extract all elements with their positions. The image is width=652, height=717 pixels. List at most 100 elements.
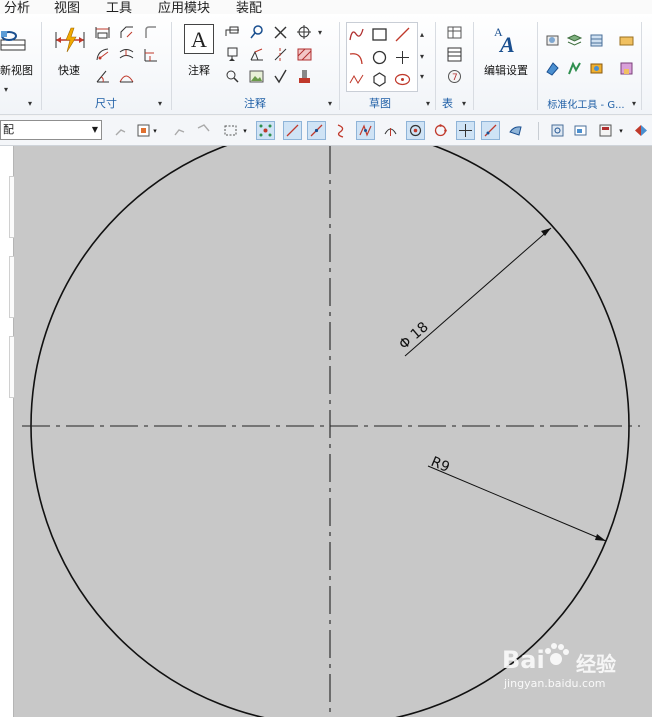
circle-icon[interactable]	[371, 49, 388, 66]
chevron-down-icon[interactable]: ▾	[617, 121, 625, 140]
group-expand-icon[interactable]: ▾	[632, 99, 636, 108]
endpoint-snap-icon[interactable]	[283, 121, 302, 140]
radial-dimension-icon[interactable]	[94, 46, 111, 63]
studio-spline-icon[interactable]	[348, 71, 365, 88]
close-icon[interactable]	[272, 24, 289, 41]
watermark-brand: Bai	[502, 646, 545, 674]
new-view-icon[interactable]	[0, 28, 26, 52]
radius-dimension-text: R9	[428, 454, 451, 476]
database-icon[interactable]	[588, 32, 605, 49]
dimension-group-title: 尺寸	[95, 97, 117, 110]
group-expand-icon[interactable]: ▾	[158, 99, 162, 108]
radius-dimension[interactable]: R9	[427, 454, 607, 542]
polygon-icon[interactable]	[371, 71, 388, 88]
toolbar-divider	[538, 122, 539, 140]
select-filter-icon[interactable]	[112, 121, 131, 140]
midpoint-snap-icon[interactable]	[307, 121, 326, 140]
edit-settings-icon[interactable]: AA	[492, 24, 520, 54]
render-style-icon[interactable]	[631, 121, 650, 140]
check-icon[interactable]	[272, 68, 289, 85]
hatch-icon[interactable]	[296, 46, 313, 63]
parts-list-icon[interactable]	[446, 46, 463, 63]
linear-dimension-icon[interactable]	[94, 24, 111, 41]
spline-icon[interactable]	[348, 26, 365, 43]
fastener-icon[interactable]	[544, 60, 561, 77]
group-expand-icon[interactable]: ▾	[462, 99, 466, 108]
feature-control-frame-icon[interactable]	[224, 24, 241, 41]
chamfer-dimension-icon[interactable]	[118, 24, 135, 41]
area-fill-icon[interactable]	[296, 68, 313, 85]
library-icon[interactable]	[618, 60, 635, 77]
annotation-group-title: 注释	[244, 97, 266, 110]
annotation-icon[interactable]: A	[184, 24, 214, 54]
center-mark-icon[interactable]	[296, 24, 313, 41]
standard-part-icon[interactable]	[544, 32, 561, 49]
quadrant-snap-icon[interactable]	[431, 121, 450, 140]
existing-point-snap-icon[interactable]	[456, 121, 475, 140]
dimension-group: 快速 尺寸 ▾	[42, 14, 170, 114]
thickness-dimension-icon[interactable]	[118, 46, 135, 63]
edit-settings-label: 编辑设置	[484, 64, 528, 77]
svg-text:A: A	[498, 32, 515, 54]
diameter-dimension[interactable]: Φ 18	[396, 227, 552, 357]
line-icon[interactable]	[394, 26, 411, 43]
angular-dimension-icon[interactable]	[94, 68, 111, 85]
resource-bar	[0, 146, 15, 717]
point-icon[interactable]	[394, 49, 411, 66]
ribbon: 新视图 ▾ ▾ 快速 尺寸 ▾ A 注释 ▾ 注释 ▾ ▴ ▾ ▾ 草图 ▾ 7…	[0, 14, 652, 115]
ellipse-icon[interactable]	[394, 71, 411, 88]
view-group: 新视图 ▾ ▾	[0, 14, 40, 114]
control-point-snap-icon[interactable]	[332, 121, 351, 140]
view-fit-icon[interactable]	[548, 121, 567, 140]
intersection-snap-icon[interactable]	[356, 121, 375, 140]
rapid-dimension-label: 快速	[58, 64, 80, 77]
perimeter-dimension-icon[interactable]	[142, 24, 159, 41]
group-expand-icon[interactable]: ▾	[328, 99, 332, 108]
balloon-icon[interactable]: 7	[446, 68, 463, 85]
select-icon[interactable]	[170, 121, 189, 140]
chevron-down-icon[interactable]: ▾	[4, 85, 8, 94]
edit-settings-group: AA 编辑设置	[474, 14, 536, 114]
surface-finish-icon[interactable]	[248, 46, 265, 63]
search-icon[interactable]	[248, 24, 265, 41]
gallery-expand-icon[interactable]: ▾	[420, 72, 424, 108]
table-note-icon[interactable]	[446, 24, 463, 41]
table-group: 7 表 ▾	[436, 14, 472, 114]
chevron-down-icon: ▼	[91, 125, 98, 134]
gear-icon[interactable]	[588, 60, 605, 77]
menu-bar: 分析 视图 工具 应用模块 装配	[0, 0, 652, 16]
centerline-icon[interactable]	[272, 46, 289, 63]
selection-bar: 配 ▼ ▾ ▾ ▾	[0, 116, 652, 146]
snap-point-toggle-icon[interactable]	[256, 121, 275, 140]
svg-text:7: 7	[452, 73, 458, 83]
datum-feature-icon[interactable]	[224, 46, 241, 63]
rapid-dimension-icon[interactable]	[54, 26, 86, 54]
arc-icon[interactable]	[348, 49, 365, 66]
select-chain-icon[interactable]	[194, 121, 213, 140]
rectangle-select-icon[interactable]	[221, 121, 240, 140]
annotation-group: A 注释 ▾ 注释 ▾	[172, 14, 338, 114]
display-mode-icon[interactable]	[596, 121, 615, 140]
group-expand-icon[interactable]: ▾	[426, 99, 430, 108]
point-on-surface-snap-icon[interactable]	[506, 121, 525, 140]
view-window-icon[interactable]	[571, 121, 590, 140]
sketch-group: ▴ ▾ ▾ 草图 ▾	[340, 14, 434, 114]
rectangle-icon[interactable]	[371, 26, 388, 43]
chevron-down-icon[interactable]: ▾	[241, 121, 249, 140]
layers-icon[interactable]	[566, 32, 583, 49]
image-icon[interactable]	[248, 68, 265, 85]
table-group-title: 表	[442, 97, 453, 110]
type-filter-value: 配	[3, 123, 14, 136]
ordinate-dimension-icon[interactable]	[142, 46, 159, 63]
group-expand-icon[interactable]: ▾	[28, 99, 32, 108]
toolbox-icon[interactable]	[618, 32, 635, 49]
point-on-curve-snap-icon[interactable]	[481, 121, 500, 140]
arc-center-snap-icon[interactable]	[381, 121, 400, 140]
type-filter-select[interactable]: 配 ▼	[0, 120, 102, 140]
chevron-down-icon[interactable]: ▾	[151, 121, 159, 140]
spring-icon[interactable]	[566, 60, 583, 77]
zoom-icon[interactable]	[224, 68, 241, 85]
drawing-canvas[interactable]: Φ 18 R9 Bai 经验 jingyan.baidu.com	[14, 146, 652, 717]
circle-center-snap-icon[interactable]	[406, 121, 425, 140]
arc-length-dimension-icon[interactable]	[118, 68, 135, 85]
